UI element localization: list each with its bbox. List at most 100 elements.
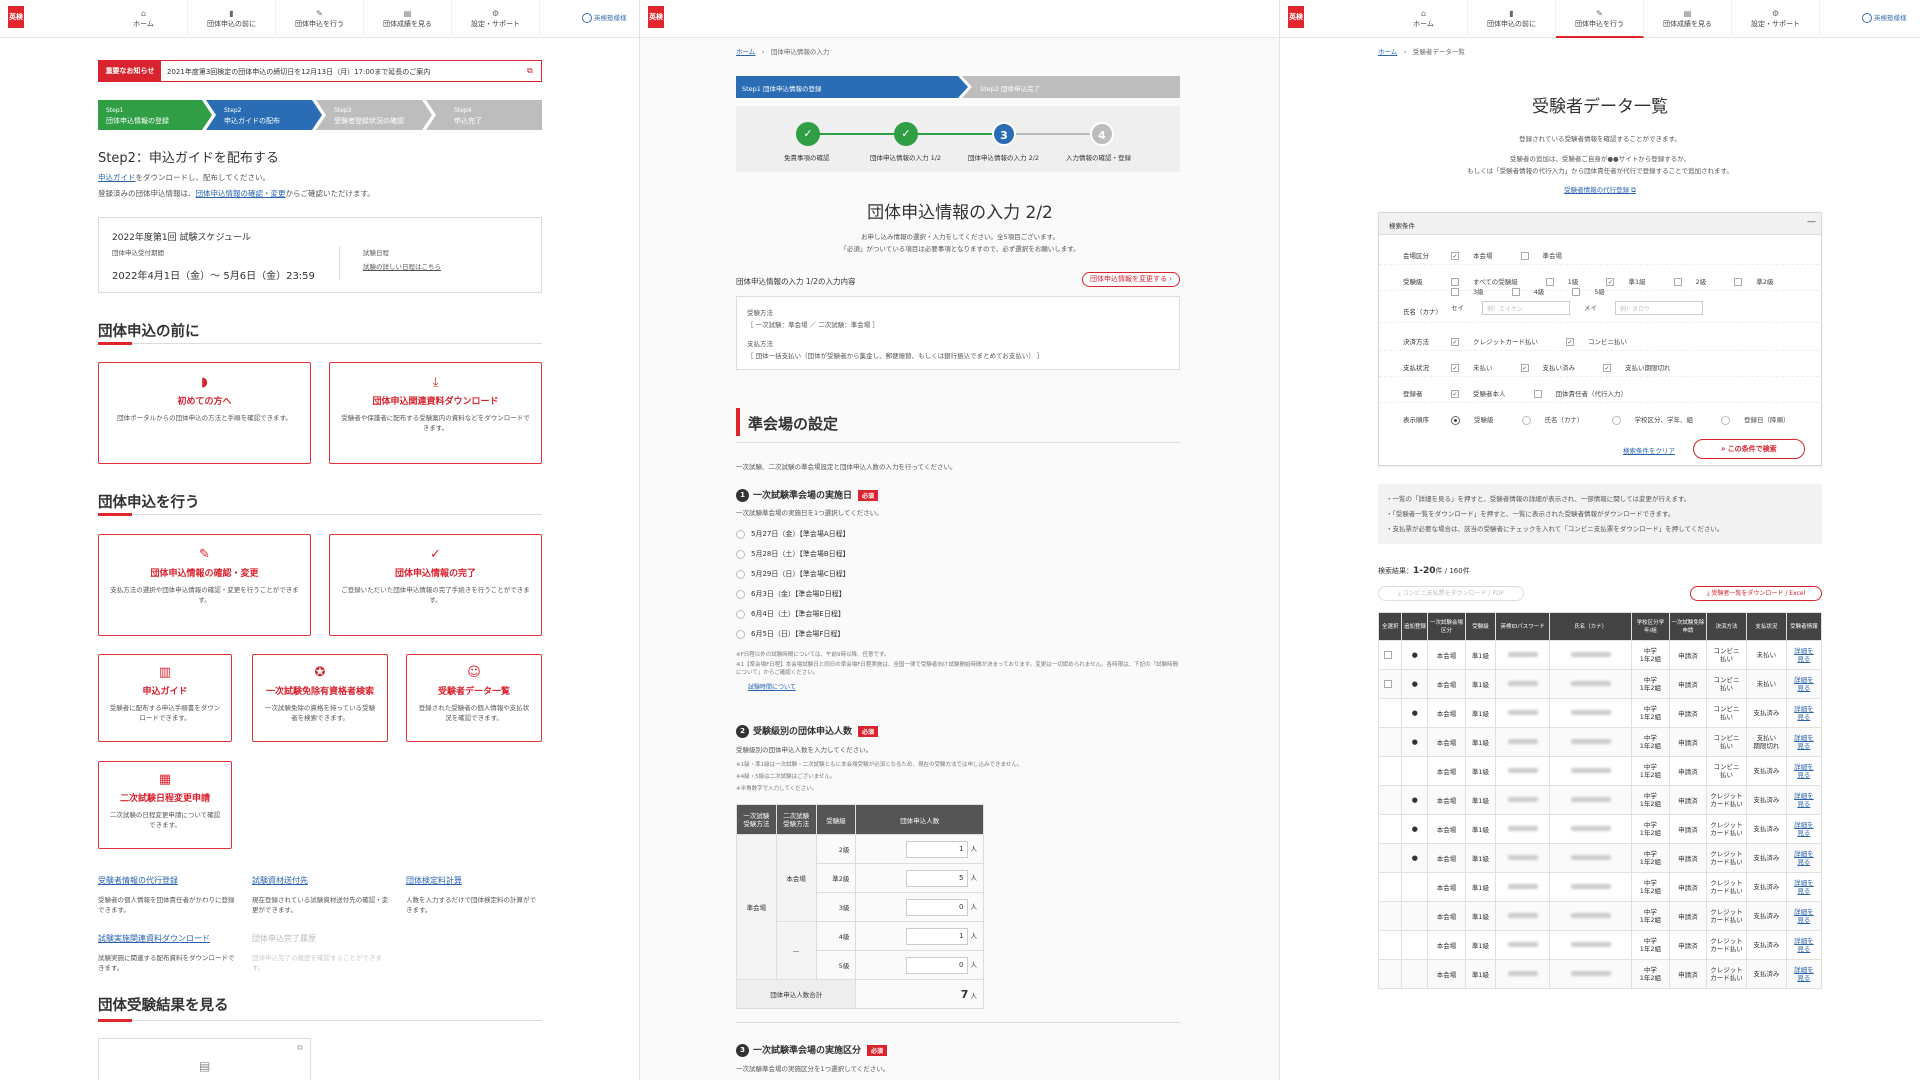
- table-header[interactable]: 全選択: [1377, 612, 1403, 641]
- count-input[interactable]: 5: [906, 869, 969, 887]
- count-input[interactable]: 1: [906, 840, 969, 858]
- detail-link[interactable]: 詳細を 見る: [1794, 966, 1814, 982]
- card-second-schedule-change[interactable]: ▦ 二次試験日程変更申請 二次試験の日程変更申請について確認できます。: [98, 761, 232, 849]
- convenience-slip-download-button[interactable]: ⤓ コンビニ支払票をダウンロード / PDF: [1378, 586, 1524, 601]
- checkbox[interactable]: [1533, 390, 1542, 398]
- nav-home[interactable]: ⌂ ホーム: [1380, 0, 1468, 38]
- detail-link[interactable]: 詳細を 見る: [1794, 908, 1814, 924]
- detail-link[interactable]: 詳細を 見る: [1794, 676, 1814, 692]
- card-results[interactable]: ▤ ⧉: [98, 1038, 311, 1080]
- checkbox[interactable]: [1673, 278, 1682, 286]
- checkbox[interactable]: ✓: [1520, 364, 1529, 372]
- nav-apply[interactable]: ✎ 団体申込を行う: [1556, 0, 1644, 38]
- checkbox[interactable]: [1511, 288, 1520, 296]
- checkbox[interactable]: ✓: [1451, 364, 1459, 372]
- nav-results[interactable]: ▤ 団体成績を見る: [364, 0, 452, 38]
- search-button[interactable]: ⌕ この条件で検索: [1693, 439, 1805, 459]
- radio-button[interactable]: [736, 569, 745, 579]
- exam-materials-link[interactable]: 試験実施関連資料ダウンロード: [98, 934, 210, 943]
- checkbox[interactable]: ✓: [1606, 278, 1615, 286]
- checkbox[interactable]: [1545, 278, 1554, 286]
- user-menu[interactable]: 英検塾様様: [1862, 12, 1907, 23]
- filter-option[interactable]: ✓ クレジットカード払い: [1451, 338, 1552, 346]
- date-option[interactable]: 6月5日（日）【準会場F日程】: [736, 628, 850, 648]
- filter-option[interactable]: 登録日（降順）: [1721, 415, 1804, 425]
- radio-button[interactable]: [1521, 415, 1531, 425]
- checkbox[interactable]: ✓: [1451, 252, 1459, 260]
- checkbox[interactable]: ✓: [1451, 390, 1459, 398]
- nav-apply[interactable]: ✎ 団体申込を行う: [276, 0, 364, 38]
- filter-option[interactable]: 団体責任者（代行入力）: [1533, 390, 1642, 398]
- sei-input[interactable]: 例）エイケン: [1482, 301, 1570, 315]
- card-exemption-search[interactable]: ✪ 一次試験免除有資格者検索 一次試験免除の資格を持っている受験者を検索できます…: [252, 654, 388, 742]
- radio-button[interactable]: [1611, 415, 1621, 425]
- radio-button[interactable]: [736, 589, 745, 599]
- count-input[interactable]: 0: [906, 956, 969, 974]
- card-first-time[interactable]: ◗ 初めての方へ 団体ポータルからの団体申込の方法と手順を確認できます。: [98, 362, 311, 464]
- filter-option[interactable]: すべての受験級: [1451, 278, 1532, 286]
- proxy-register-link[interactable]: 受験者情報の代行登録: [98, 876, 178, 885]
- filter-option[interactable]: 氏名（カナ）: [1521, 415, 1598, 425]
- count-input[interactable]: 1: [906, 927, 969, 945]
- row-checkbox[interactable]: [1384, 651, 1393, 659]
- change-info-button[interactable]: 団体申込情報を変更する ›: [1082, 272, 1180, 287]
- card-apply-guide[interactable]: ▥ 申込ガイド 受験者に配布する申込手順書をダウンロードできます。: [98, 654, 232, 742]
- schedule-exam-link[interactable]: 試験の詳しい日程はこちら: [363, 262, 441, 272]
- card-complete[interactable]: ✓ 団体申込情報の完了 ご登録いただいた団体申込情報の完了手続きを行うことができ…: [329, 534, 542, 636]
- eiken-logo[interactable]: 英検: [648, 6, 664, 28]
- filter-option[interactable]: ✓ 支払い済み: [1520, 364, 1590, 372]
- filter-option[interactable]: 5級: [1572, 288, 1619, 296]
- checkbox[interactable]: [1520, 252, 1529, 260]
- breadcrumb-home[interactable]: ホーム: [1378, 48, 1397, 56]
- checkbox[interactable]: ✓: [1451, 338, 1459, 346]
- card-materials-download[interactable]: ⤓ 団体申込関連資料ダウンロード 受験者や保護者に配布する受験案内の資料などをダ…: [329, 362, 542, 464]
- clear-filter-link[interactable]: 検索条件をクリア: [1623, 445, 1675, 455]
- checkbox[interactable]: [1451, 278, 1459, 286]
- date-option[interactable]: 5月27日（金）【準会場A日程】: [736, 528, 850, 548]
- checkbox[interactable]: ✓: [1566, 338, 1574, 346]
- filter-option[interactable]: ✓ 受験者本人: [1451, 390, 1520, 398]
- detail-link[interactable]: 詳細を 見る: [1794, 850, 1814, 866]
- fee-calc-link[interactable]: 団体検定料計算: [406, 876, 462, 885]
- notice-message[interactable]: 2021年度第3回検定の団体申込の締切日を12月13日（月）17:00まで延長の…: [167, 67, 430, 77]
- eiken-logo[interactable]: 英検: [8, 6, 24, 28]
- examinee-list-download-button[interactable]: ⤓ 受験者一覧をダウンロード / Excel: [1690, 586, 1822, 601]
- confirm-change-link[interactable]: 団体申込情報の確認・変更: [196, 189, 286, 198]
- user-menu[interactable]: 英検塾様様: [582, 12, 627, 23]
- breadcrumb-home[interactable]: ホーム: [736, 48, 755, 56]
- filter-option[interactable]: 1級: [1545, 278, 1593, 286]
- proxy-register-link[interactable]: 受験者情報の代行登録 ⧉: [1280, 184, 1920, 195]
- nav-home[interactable]: ⌂ ホーム: [100, 0, 188, 38]
- filter-option[interactable]: 学校区分、学年、組: [1611, 415, 1708, 425]
- filter-option[interactable]: 準2級: [1734, 278, 1787, 286]
- date-option[interactable]: 6月3日（金）【準会場D日程】: [736, 588, 850, 608]
- guide-link[interactable]: 申込ガイド: [98, 173, 136, 182]
- checkbox[interactable]: [1572, 288, 1581, 296]
- mei-input[interactable]: 例）タロウ: [1615, 301, 1703, 315]
- filter-option[interactable]: 4級: [1511, 288, 1559, 296]
- detail-link[interactable]: 詳細を 見る: [1794, 821, 1814, 837]
- filter-option[interactable]: 準会場: [1520, 252, 1577, 260]
- detail-link[interactable]: 詳細を 見る: [1794, 647, 1814, 663]
- filter-option[interactable]: ✓ コンビニ払い: [1566, 338, 1641, 346]
- filter-option[interactable]: 受験級: [1451, 415, 1508, 425]
- checkbox[interactable]: [1734, 278, 1743, 286]
- filter-option[interactable]: 2級: [1673, 278, 1721, 286]
- detail-link[interactable]: 詳細を 見る: [1794, 937, 1814, 953]
- radio-button[interactable]: [736, 629, 745, 639]
- filter-option[interactable]: ✓ 本会場: [1451, 252, 1507, 260]
- exam-time-link[interactable]: 試験時間について: [748, 682, 796, 691]
- filter-header[interactable]: 検索条件 —: [1379, 213, 1821, 235]
- detail-link[interactable]: 詳細を 見る: [1794, 792, 1814, 808]
- radio-button[interactable]: [736, 529, 745, 539]
- important-notice[interactable]: 重要なお知らせ 2021年度第3回検定の団体申込の締切日を12月13日（月）17…: [98, 60, 542, 82]
- filter-option[interactable]: ✓ 未払い: [1451, 364, 1507, 372]
- nav-before-apply[interactable]: ▮ 団体申込の前に: [188, 0, 276, 38]
- card-confirm-change[interactable]: ✎ 団体申込情報の確認・変更 支払方法の選択や団体申込情報の確認・変更を行うこと…: [98, 534, 311, 636]
- date-option[interactable]: 6月4日（土）【準会場E日程】: [736, 608, 850, 628]
- nav-settings[interactable]: ⚙ 設定・サポート: [1732, 0, 1820, 38]
- count-input[interactable]: 0: [906, 898, 969, 916]
- filter-option[interactable]: ✓ 支払い期限切れ: [1603, 364, 1685, 372]
- nav-before-apply[interactable]: ▮ 団体申込の前に: [1468, 0, 1556, 38]
- checkbox[interactable]: [1451, 288, 1459, 296]
